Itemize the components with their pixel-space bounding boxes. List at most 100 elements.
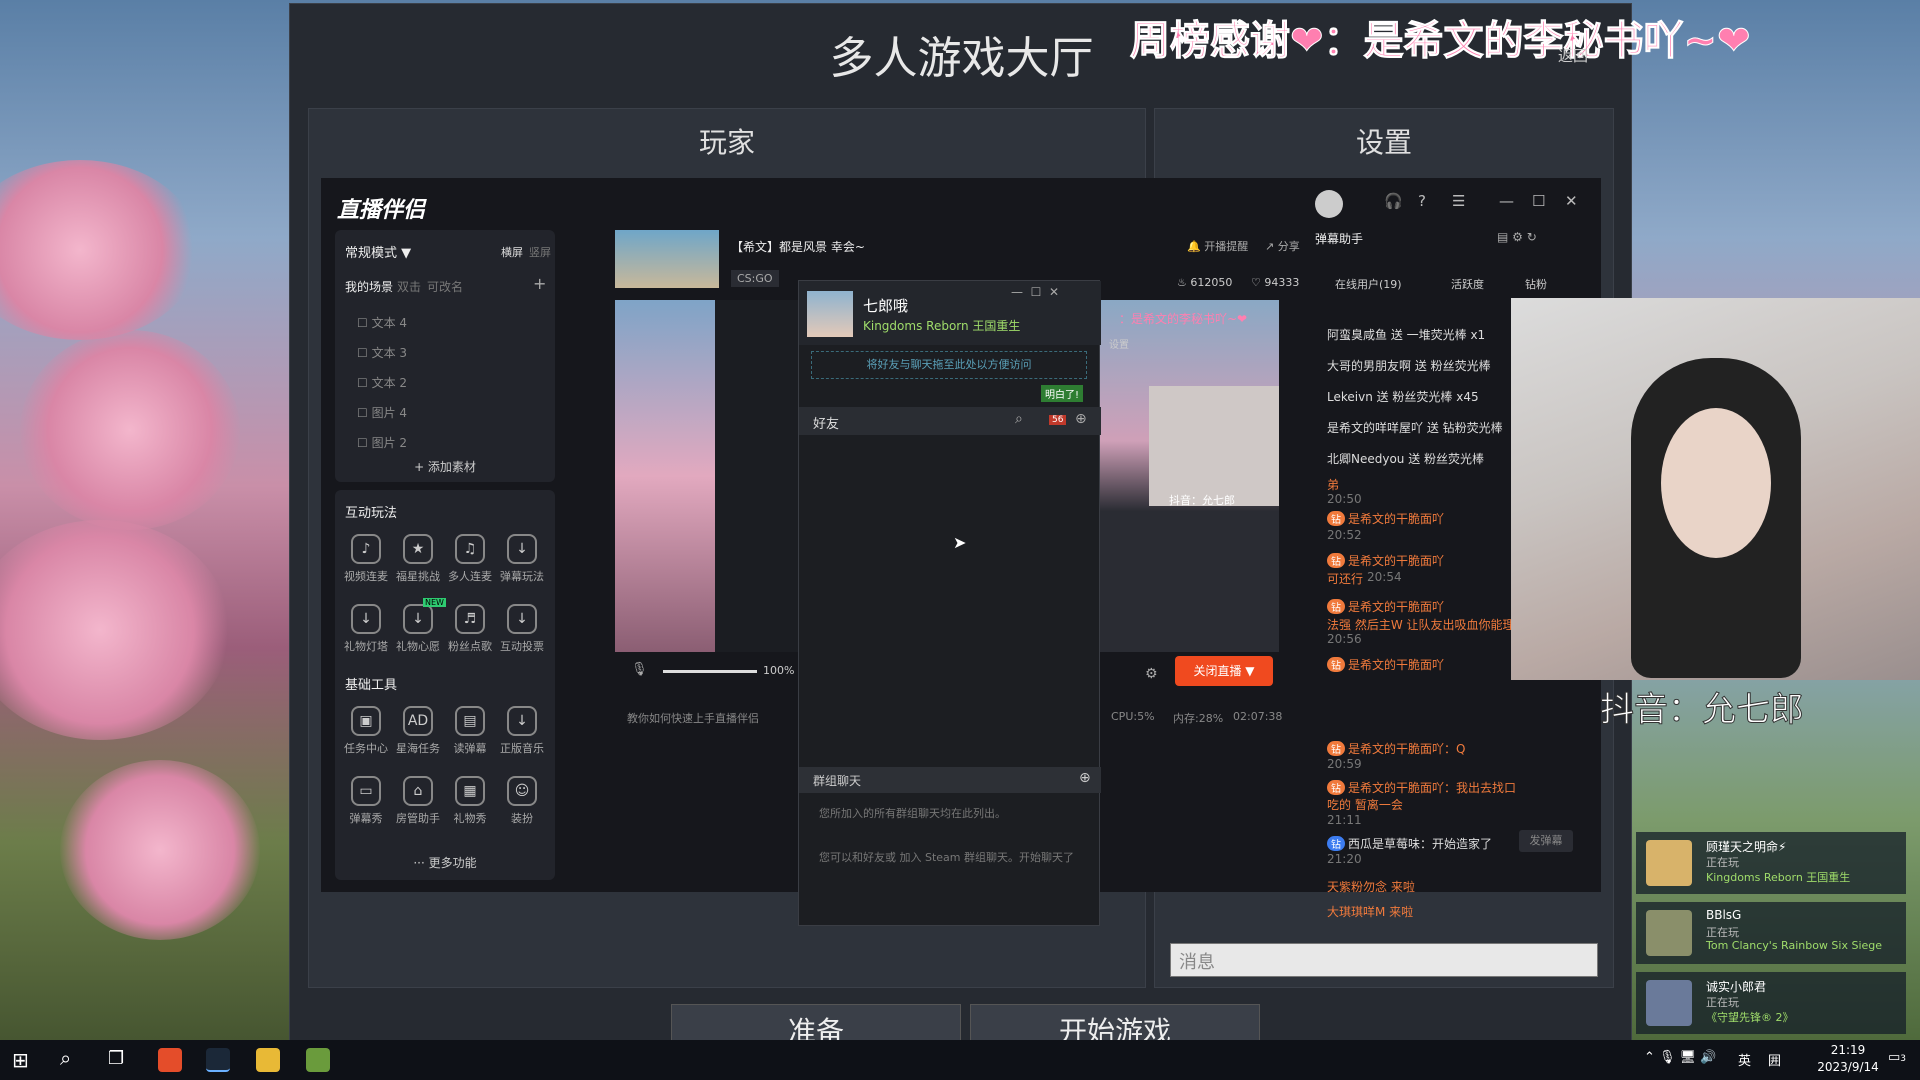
- tool-music[interactable]: ↓ 正版音乐: [491, 706, 553, 756]
- tool-label: 视频连麦: [344, 570, 388, 583]
- more-features-button[interactable]: ··· 更多功能: [335, 854, 555, 871]
- danmu-feed-lower: 钻是希文的干脆面吖：Q 20:59 钻是希文的干脆面吖：我出去找口吃的 暂离一会…: [1327, 740, 1533, 920]
- user-name[interactable]: 七郎哦: [863, 295, 908, 316]
- maximize-icon[interactable]: ☐: [1532, 192, 1545, 210]
- tool-label: 弹幕玩法: [500, 570, 544, 583]
- scene-item[interactable]: ☐ 图片 4: [357, 404, 507, 421]
- windows-start-icon[interactable]: ⊞: [12, 1048, 29, 1072]
- danmu-settings-icons[interactable]: ▤ ⚙ ↻: [1497, 230, 1537, 244]
- friend-card[interactable]: 顾瑾天之明命⚡ 正在玩 Kingdoms Reborn 王国重生: [1636, 832, 1906, 894]
- add-material-button[interactable]: + 添加素材: [335, 458, 555, 475]
- tool-dressup[interactable]: ☺ 装扮: [491, 776, 553, 826]
- notification-count: 3: [1900, 1054, 1907, 1064]
- app-icon[interactable]: [256, 1048, 280, 1072]
- scene-item[interactable]: ☐ 文本 3: [357, 344, 507, 361]
- tab-diamond[interactable]: 钻粉: [1525, 276, 1547, 292]
- steam-icon[interactable]: [206, 1048, 230, 1072]
- send-danmu-button[interactable]: 发弹幕: [1519, 830, 1573, 852]
- user-avatar[interactable]: [807, 291, 853, 337]
- group-chat-label: 群组聊天: [813, 774, 862, 788]
- friend-avatar: [1646, 910, 1692, 956]
- add-group-icon[interactable]: ⊕: [1079, 770, 1091, 786]
- gift-message: 是希文的咩咩屋吖 送 钻粉荧光棒: [1327, 421, 1503, 435]
- share-button[interactable]: ↗ 分享: [1265, 238, 1300, 254]
- friend-game: Kingdoms Reborn 王国重生: [1706, 871, 1851, 884]
- blossom-tree: [60, 760, 260, 940]
- blossom-tree: [0, 520, 230, 740]
- friend-request-badge[interactable]: 56: [1049, 415, 1067, 425]
- danmu-helper-title: 弹幕助手: [1315, 232, 1364, 246]
- scene-tab-mine[interactable]: 我的场景: [345, 278, 393, 295]
- music-icon: ♬: [455, 604, 485, 634]
- friends-header: 七郎哦 Kingdoms Reborn 王国重生 — ☐ ✕: [799, 281, 1101, 345]
- fan-badge: 钻: [1327, 741, 1345, 756]
- tab-online-users[interactable]: 在线用户(19): [1335, 276, 1402, 292]
- avatar[interactable]: [1315, 190, 1343, 218]
- notification-icon[interactable]: ▭3: [1888, 1050, 1906, 1065]
- task-view-icon[interactable]: ❐: [108, 1048, 124, 1069]
- add-scene-icon[interactable]: +: [533, 274, 546, 293]
- stream-title[interactable]: 【希文】都是风景 幸会~: [731, 238, 865, 255]
- friend-card[interactable]: BBlsG 正在玩 Tom Clancy's Rainbow Six Siege: [1636, 902, 1906, 964]
- chat-extra: 法强 然后主W 让队友出吸血你能理: [1327, 618, 1515, 632]
- gift-message: 阿蛮臭咸鱼 送 一堆荧光棒 x1: [1327, 328, 1486, 342]
- reminder-label: 开播提醒: [1204, 240, 1249, 253]
- back-link[interactable]: 返回: [1558, 45, 1588, 66]
- close-live-button[interactable]: 关闭直播 ▼: [1175, 656, 1273, 686]
- volume-value: 100%: [763, 664, 795, 677]
- scene-item[interactable]: ☐ 文本 2: [357, 374, 507, 391]
- tool-danmu-play[interactable]: ↓ 弹幕玩法: [491, 534, 553, 584]
- clock-date[interactable]: 2023/9/14: [1812, 1060, 1884, 1074]
- group-join-text: 您可以和好友或 加入 Steam 群组聊天。开始聊天了: [819, 851, 1075, 864]
- mic-icon[interactable]: 🎙: [631, 662, 648, 677]
- mode-select[interactable]: 常规模式 ▼: [345, 242, 411, 261]
- settings-gear-icon[interactable]: ⚙: [1145, 666, 1158, 682]
- add-friend-icon[interactable]: ⊕: [1075, 411, 1087, 427]
- live-reminder-button[interactable]: 🔔 开播提醒: [1187, 238, 1248, 254]
- tool-label: 房管助手: [396, 812, 440, 825]
- app-icon[interactable]: [306, 1048, 330, 1072]
- system-tray-icons[interactable]: ⌃ 🎙 🖥 🔊: [1644, 1050, 1716, 1065]
- portrait-toggle[interactable]: 竖屏: [529, 244, 551, 260]
- minimize-icon[interactable]: —: [1499, 192, 1514, 210]
- app-icon[interactable]: [158, 1048, 182, 1072]
- tab-activity[interactable]: 活跃度: [1451, 276, 1484, 292]
- help-icon[interactable]: ?: [1418, 192, 1426, 210]
- group-chat-bar[interactable]: 群组聊天 ⊕: [799, 767, 1101, 793]
- scene-item[interactable]: ☐ 图片 2: [357, 434, 507, 451]
- search-icon[interactable]: ⌕: [60, 1046, 71, 1070]
- landscape-toggle[interactable]: 横屏: [501, 244, 523, 260]
- user-game: Kingdoms Reborn 王国重生: [863, 319, 1021, 333]
- game-tag[interactable]: CS:GO: [731, 270, 779, 287]
- features-panel: 互动玩法 ♪ 视频连麦 ★ 福星挑战 ♫ 多人连麦 ↓ 弹幕玩法 ↓ 礼物灯塔 ↓ 礼物心愿…: [335, 490, 555, 880]
- friends-label[interactable]: 好友: [813, 413, 839, 432]
- blossom-tree: [0, 160, 200, 340]
- ime-mode[interactable]: 囲: [1768, 1050, 1781, 1069]
- likes-count: ♨ 612050: [1177, 276, 1233, 289]
- chat-message: 钻是希文的干脆面吖: [1327, 598, 1527, 615]
- message-input[interactable]: 消息: [1170, 943, 1598, 977]
- preview-thanks: ：是希文的李秘书吖~❤: [1119, 312, 1248, 326]
- quickstart-hint[interactable]: 教你如何快速上手直播伴侣: [627, 710, 759, 726]
- headset-icon[interactable]: 🎧: [1384, 192, 1403, 210]
- ime-indicator[interactable]: 英: [1738, 1050, 1751, 1069]
- close-icon[interactable]: ✕: [1565, 192, 1578, 210]
- tool-vote[interactable]: ↓ 互动投票: [491, 604, 553, 654]
- search-icon[interactable]: ⌕: [1015, 411, 1023, 427]
- window-controls[interactable]: — ☐ ✕: [1011, 285, 1059, 299]
- menu-icon[interactable]: ☰: [1452, 192, 1465, 210]
- hearts-value: 94333: [1264, 276, 1300, 289]
- volume-slider[interactable]: [663, 670, 757, 673]
- tool-label: 多人连麦: [448, 570, 492, 583]
- friend-card[interactable]: 诚实小郎君 正在玩 《守望先锋® 2》: [1636, 972, 1906, 1034]
- players-heading: 玩家: [698, 126, 755, 159]
- friend-name: BBlsG: [1706, 908, 1742, 922]
- got-it-button[interactable]: 明白了!: [1041, 385, 1084, 402]
- tool-label: 礼物秀: [453, 812, 487, 825]
- chat-time: 20:50: [1327, 492, 1362, 506]
- chat-text: 是希文的干脆面吖：Q: [1348, 742, 1466, 756]
- stream-thumbnail[interactable]: [615, 230, 719, 288]
- scene-item[interactable]: ☐ 文本 4: [357, 314, 507, 331]
- clock-time[interactable]: 21:19: [1812, 1043, 1884, 1057]
- house-icon: ⌂: [403, 776, 433, 806]
